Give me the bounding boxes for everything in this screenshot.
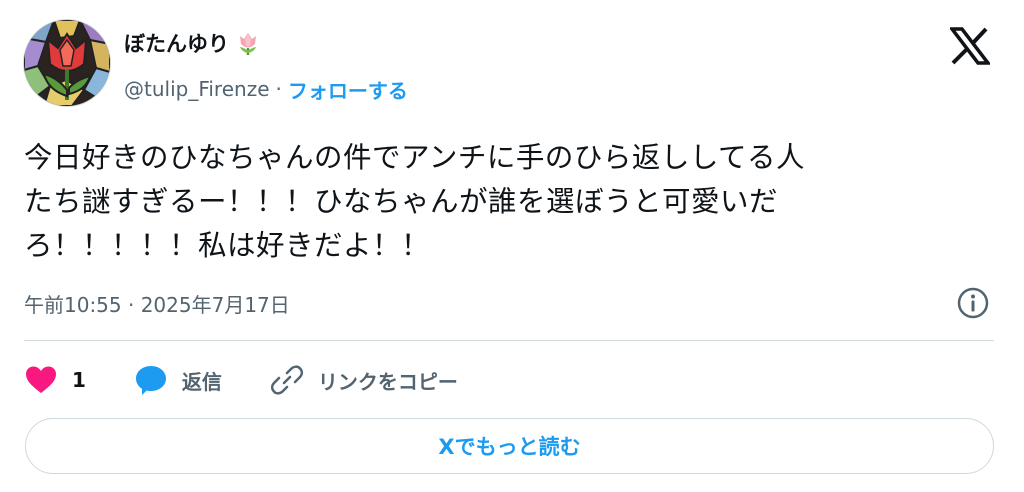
action-bar: 1 返信 リンクをコピー <box>24 360 458 400</box>
info-icon[interactable] <box>956 286 990 320</box>
heart-icon <box>26 366 56 393</box>
speech-bubble-icon <box>135 366 166 395</box>
x-logo-icon[interactable] <box>950 27 990 65</box>
separator-dot: · <box>275 77 282 101</box>
divider <box>24 340 994 341</box>
tweet-timestamp[interactable]: 午前10:55 · 2025年7月17日 <box>24 289 290 318</box>
tweet-meta: 午前10:55 · 2025年7月17日 <box>24 286 290 320</box>
reply-button[interactable]: 返信 <box>134 364 222 396</box>
link-icon <box>270 365 303 395</box>
avatar[interactable] <box>24 20 110 106</box>
stained-glass-tulip-avatar-icon <box>24 20 110 106</box>
tweet-text: 今日好きのひなちゃんの件でアンチに手のひら返ししてる人 たち謎すぎるー！！！ひな… <box>24 141 806 262</box>
like-button[interactable]: 1 <box>24 365 86 395</box>
copy-link-button[interactable]: リンクをコピー <box>270 363 458 397</box>
copy-link-label: リンクをコピー <box>317 369 458 394</box>
read-more-button[interactable]: Xでもっと読む <box>25 418 994 474</box>
author-handle-row: @tulip_Firenze · フォローする <box>124 74 408 104</box>
follow-button[interactable]: フォローする <box>288 75 408 104</box>
author-name-row: ぼたんゆり <box>124 27 261 59</box>
reply-label: 返信 <box>181 369 222 394</box>
author-handle[interactable]: @tulip_Firenze <box>124 77 270 101</box>
like-count: 1 <box>72 368 86 392</box>
author-display-name[interactable]: ぼたんゆり <box>124 28 229 58</box>
tulip-emoji-icon <box>235 30 261 56</box>
